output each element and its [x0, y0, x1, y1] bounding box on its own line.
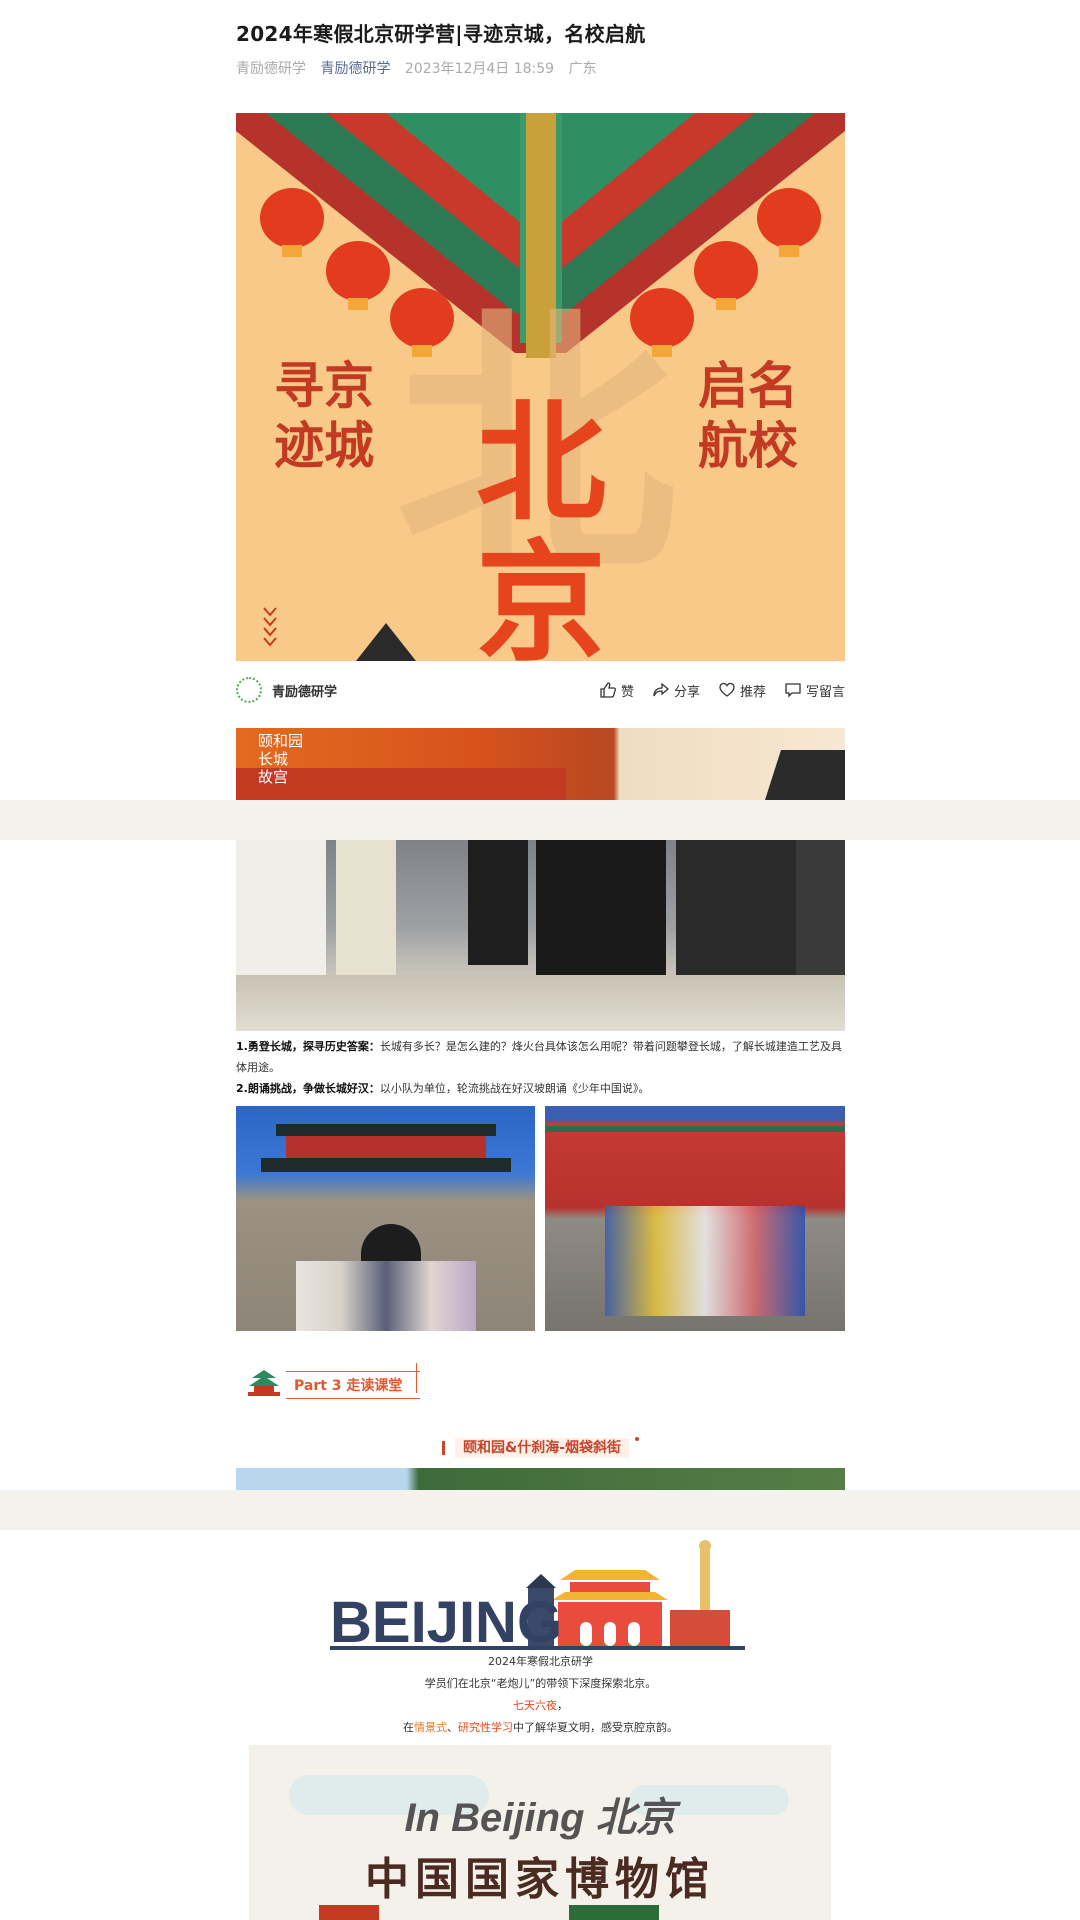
museum-poster-line-1: In Beijing 北京: [404, 1796, 676, 1840]
palace-strip-image: 颐和园 长城 故宫: [236, 728, 845, 800]
publish-location: 广东: [568, 61, 597, 77]
students-group-2: [605, 1206, 805, 1316]
person-legs-1: [236, 840, 326, 990]
caption-2-bold: 2.朗诵挑战，争做长城好汉：: [236, 1082, 380, 1095]
comment-label: 写留言: [805, 684, 845, 700]
tower-roof-lower: [261, 1158, 511, 1172]
tower-red-wall: [286, 1136, 486, 1158]
subtitle-dot: [635, 1437, 640, 1441]
poster-right-text-1: 启名: [698, 356, 798, 415]
comment-icon: [785, 683, 801, 698]
museum-poster-line-2: 中国国家博物馆: [365, 1854, 715, 1905]
share-button[interactable]: 分享: [652, 681, 700, 700]
museum-accent-left: [319, 1905, 379, 1920]
article-panel-bottom: BEIJING 2024年寒假北京研学 学员们在北京“老炮儿”的带领下深度探索北…: [0, 1530, 1080, 1920]
share-label: 分享: [673, 684, 700, 700]
poster-left-text-2: 迹城: [274, 416, 374, 475]
account-link[interactable]: 青励德研学: [320, 61, 390, 77]
great-wall-photo: [236, 840, 845, 1031]
beijing-line-4-hl2: 研究性学习: [458, 1721, 513, 1734]
beijing-logo-art: BEIJING: [330, 1540, 745, 1655]
gate-tower-photo: [236, 1106, 535, 1331]
part3-label: Part 3 走读课堂: [286, 1371, 421, 1399]
beijing-line-4-sep: 、: [447, 1721, 458, 1734]
article-panel-top: 2024年寒假北京研学营|寻迹京城，名校启航 青励德研学 青励德研学 2023年…: [0, 0, 1080, 800]
account-name: 青励德研学: [272, 684, 338, 700]
beijing-logo-text: BEIJING: [330, 1590, 562, 1650]
pavilion-roof-shape: [765, 750, 845, 800]
caption-2: 2.朗诵挑战，争做长城好汉：以小队为单位，轮流挑战在好汉坡朗诵《少年中国说》。: [236, 1078, 845, 1099]
share-icon: [653, 682, 669, 697]
action-bar: 青励德研学 赞 分享 推荐 写留言: [236, 668, 845, 712]
beijing-line-3: 七天六夜，: [236, 1697, 845, 1713]
beijing-logo: BEIJING: [330, 1530, 750, 1655]
students-group-1: [296, 1261, 476, 1331]
poster-right-text-2: 航校: [698, 416, 798, 475]
part3-header: Part 3 走读课堂: [246, 1363, 421, 1403]
publish-date: 2023年12月4日 18:59: [404, 61, 555, 77]
article-title: 2024年寒假北京研学营|寻迹京城，名校启航: [236, 22, 646, 46]
poster-main-char-1: 北: [476, 387, 606, 539]
museum-poster: In Beijing 北京 中国国家博物馆: [249, 1745, 831, 1920]
article-source: 青励德研学: [236, 61, 306, 77]
caption-2-text: 以小队为单位，轮流挑战在好汉坡朗诵《少年中国说》。: [379, 1082, 650, 1095]
beijing-line-3-suffix: ，: [557, 1699, 568, 1712]
heart-icon: [719, 682, 735, 697]
palace-steps-photo: [545, 1106, 845, 1331]
beijing-line-4-prefix: 在: [403, 1721, 414, 1734]
caption-1: 1.勇登长城，探寻历史答案：长城有多长？是怎么建的？烽火台具体该怎么用呢？带着问…: [236, 1036, 845, 1078]
wall-stone-surface: [236, 975, 845, 1031]
section-subtitle: 颐和园&什刹海-烟袋斜街: [454, 1438, 630, 1458]
summer-palace-photo-top: [236, 1468, 845, 1490]
section-subtitle-wrap: 颐和园&什刹海-烟袋斜街: [236, 1437, 845, 1458]
cover-poster-art: 北 寻京 迹城 启名 航校 北 京: [236, 113, 845, 661]
subtitle-bar: [441, 1441, 445, 1455]
strip-calligraphy-1: 颐和园: [258, 732, 304, 750]
account-brand[interactable]: 青励德研学: [236, 677, 337, 703]
thumbs-up-icon: [600, 682, 616, 698]
beijing-line-4-suffix: 中了解华夏文明，感受京腔京韵。: [513, 1721, 678, 1734]
beijing-line-1: 2024年寒假北京研学: [488, 1655, 593, 1668]
strip-calligraphy: 颐和园 长城 故宫: [258, 732, 328, 786]
poster-main-char-2: 京: [476, 527, 606, 661]
person-legs-6: [796, 840, 845, 990]
article-panel-middle: 1.勇登长城，探寻历史答案：长城有多长？是怎么建的？烽火台具体该怎么用呢？带着问…: [0, 840, 1080, 1490]
beijing-line-2: 学员们在北京“老炮儿”的带领下深度探索北京。: [424, 1677, 657, 1690]
cover-poster: 北 寻京 迹城 启名 航校 北 京: [236, 113, 845, 661]
like-label: 赞: [620, 684, 634, 700]
person-legs-3: [468, 840, 528, 965]
beijing-line-4: 在情景式、研究性学习中了解华夏文明，感受京腔京韵。: [236, 1719, 845, 1735]
beijing-line-3-highlight: 七天六夜: [513, 1699, 557, 1712]
strip-calligraphy-3: 故宫: [258, 768, 289, 786]
caption-1-bold: 1.勇登长城，探寻历史答案：: [236, 1040, 380, 1053]
recommend-button[interactable]: 推荐: [718, 681, 766, 700]
recommend-label: 推荐: [739, 684, 766, 700]
beijing-line-4-hl1: 情景式: [414, 1721, 447, 1734]
tower-roof-top: [276, 1124, 496, 1136]
museum-accent-right: [569, 1905, 659, 1920]
like-button[interactable]: 赞: [599, 681, 634, 700]
palace-eave: [545, 1126, 845, 1132]
temple-of-heaven-icon: [248, 1370, 280, 1396]
strip-calligraphy-2: 长城: [258, 750, 289, 768]
person-legs-5: [676, 840, 796, 990]
person-legs-2: [336, 840, 396, 980]
article-meta: 青励德研学 青励德研学 2023年12月4日 18:59 广东: [236, 58, 607, 78]
account-logo: [236, 677, 262, 703]
comment-button[interactable]: 写留言: [784, 681, 845, 700]
poster-left-text-1: 寻京: [274, 356, 374, 415]
